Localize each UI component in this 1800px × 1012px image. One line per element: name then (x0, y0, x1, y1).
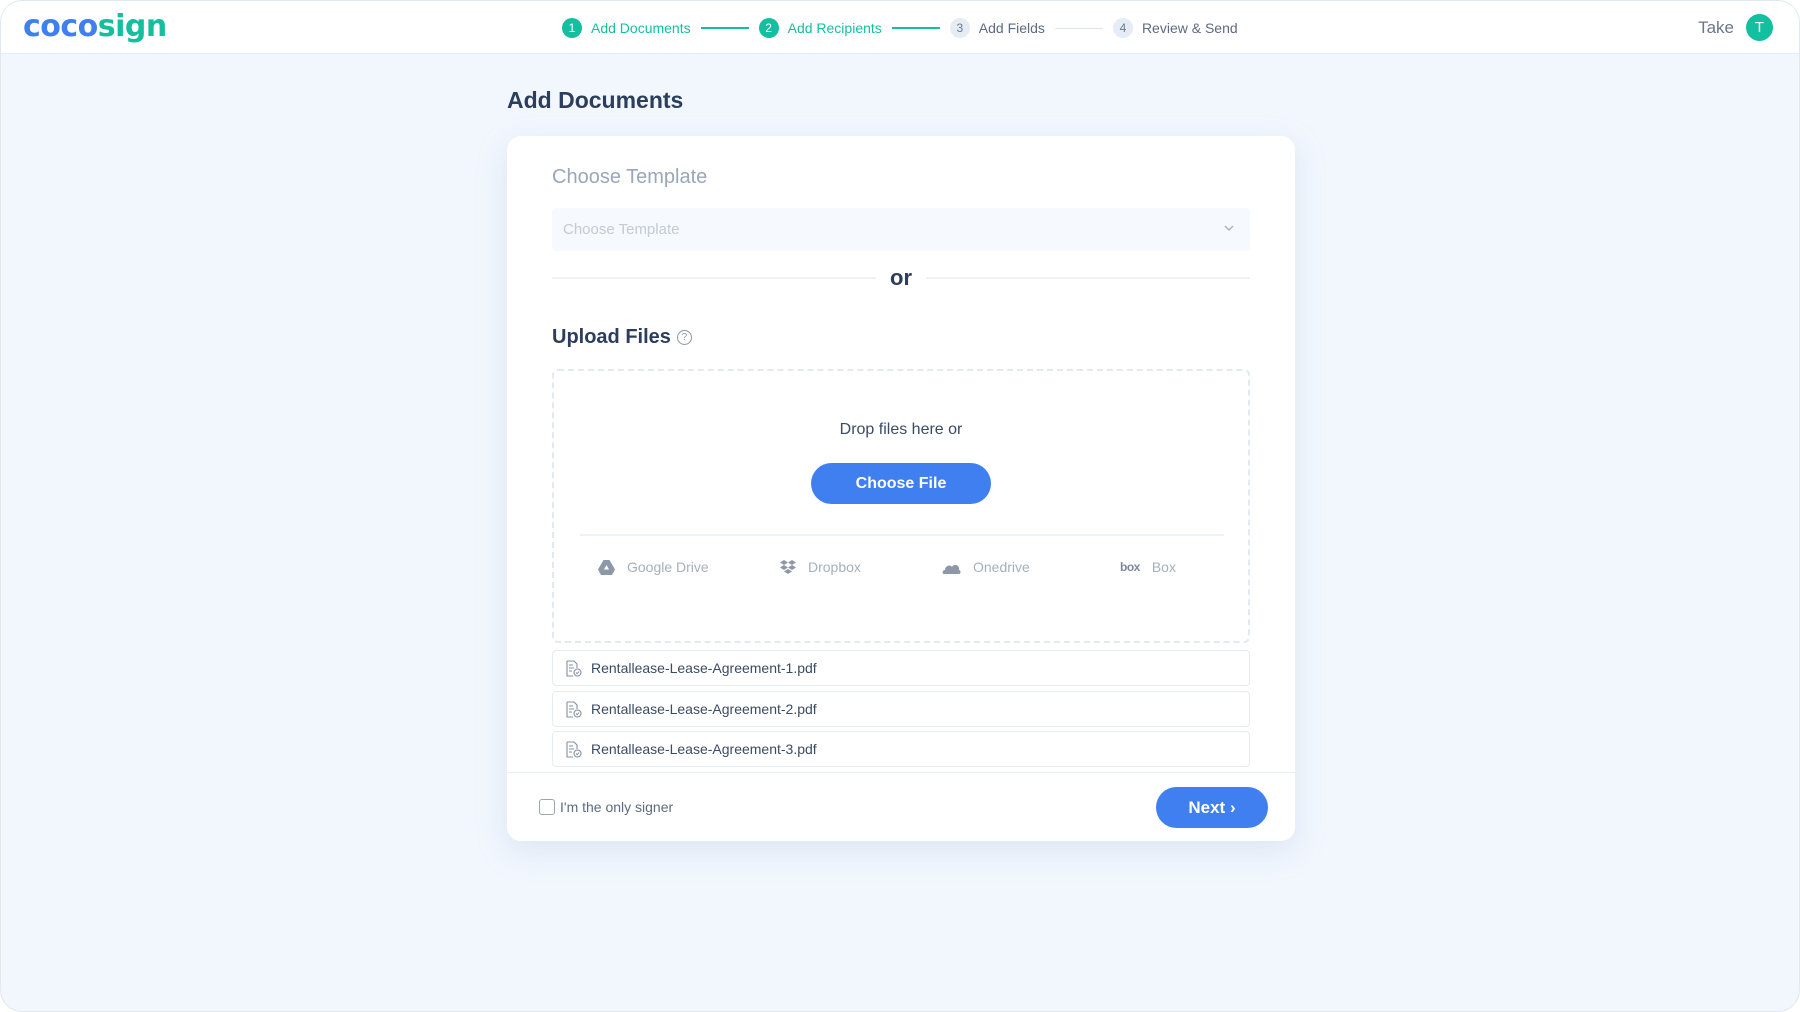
step-connector (891, 27, 940, 29)
only-signer-checkbox[interactable] (539, 799, 555, 815)
only-signer-label: I'm the only signer (560, 799, 674, 815)
pdf-document-icon (566, 659, 582, 677)
provider-label: Dropbox (808, 559, 861, 575)
dropzone-divider (580, 534, 1224, 536)
choose-file-button[interactable]: Choose File (811, 463, 991, 504)
choose-template-label: Choose Template (552, 166, 708, 188)
step-label: Add Recipients (787, 20, 882, 36)
card-footer: I'm the only signer Next › (507, 772, 1295, 841)
step-number-badge: 3 (949, 18, 970, 38)
add-documents-card: Choose Template Choose Template or Uploa… (507, 136, 1295, 841)
step-number-badge: 4 (1112, 18, 1133, 38)
step-review-send[interactable]: 4 Review & Send (1112, 18, 1238, 38)
template-select[interactable]: Choose Template (552, 208, 1250, 251)
help-icon[interactable]: ? (676, 330, 692, 345)
only-signer-toggle[interactable]: I'm the only signer (539, 799, 673, 815)
step-label: Add Fields (978, 20, 1045, 36)
cloud-providers: Google Drive Dropbox Onedrive box Box (554, 559, 1248, 583)
provider-label: Google Drive (627, 559, 709, 575)
file-name: Rentallease-Lease-Agreement-2.pdf (591, 701, 817, 717)
dropbox-icon (780, 559, 796, 574)
step-connector (700, 27, 749, 29)
step-add-recipients[interactable]: 2 Add Recipients (758, 18, 882, 38)
onedrive-button[interactable]: Onedrive (942, 559, 1030, 575)
or-text: or (890, 265, 912, 290)
or-divider: or (552, 263, 1250, 293)
file-name: Rentallease-Lease-Agreement-1.pdf (591, 660, 817, 676)
logo-part-coco: coco (23, 9, 98, 44)
drop-files-text: Drop files here or (839, 421, 963, 438)
app-window: cocosign 1 Add Documents 2 Add Recipient… (0, 0, 1800, 1012)
pdf-document-icon (566, 700, 582, 718)
divider-line (552, 277, 876, 279)
upload-files-title: Upload Files (552, 326, 671, 348)
avatar: T (1746, 14, 1773, 41)
box-button[interactable]: box Box (1120, 559, 1176, 575)
template-select-placeholder: Choose Template (563, 221, 680, 238)
file-dropzone[interactable]: Drop files here or Choose File Google Dr… (552, 369, 1250, 643)
logo-part-sign: sign (97, 9, 167, 44)
provider-label: Onedrive (973, 559, 1030, 575)
file-list-item[interactable]: Rentallease-Lease-Agreement-3.pdf (552, 731, 1250, 767)
cocosign-logo[interactable]: cocosign (23, 9, 167, 44)
user-name: Take (1698, 17, 1734, 37)
progress-stepper: 1 Add Documents 2 Add Recipients 3 Add F… (562, 16, 1238, 40)
step-number-badge: 1 (562, 18, 582, 38)
box-icon: box (1120, 560, 1140, 574)
pdf-document-icon (566, 740, 582, 758)
onedrive-icon (942, 564, 961, 574)
next-button[interactable]: Next › (1156, 787, 1268, 828)
step-label: Review & Send (1141, 20, 1238, 36)
step-add-documents[interactable]: 1 Add Documents (562, 18, 691, 38)
google-drive-button[interactable]: Google Drive (598, 559, 709, 575)
step-number-badge: 2 (758, 18, 779, 38)
step-label: Add Documents (591, 20, 691, 36)
top-bar: cocosign 1 Add Documents 2 Add Recipient… (1, 1, 1799, 54)
google-drive-icon (598, 559, 615, 575)
step-connector (1054, 27, 1103, 29)
provider-label: Box (1151, 559, 1176, 575)
dropbox-button[interactable]: Dropbox (780, 559, 861, 575)
upload-files-heading: Upload Files ? (552, 326, 692, 349)
chevron-down-icon (1224, 225, 1234, 231)
file-name: Rentallease-Lease-Agreement-3.pdf (591, 741, 817, 757)
step-add-fields[interactable]: 3 Add Fields (949, 18, 1045, 38)
user-menu[interactable]: Take T (1698, 14, 1773, 41)
file-list-item[interactable]: Rentallease-Lease-Agreement-2.pdf (552, 691, 1250, 727)
page-title: Add Documents (507, 87, 684, 113)
divider-line (926, 277, 1250, 279)
file-list-item[interactable]: Rentallease-Lease-Agreement-1.pdf (552, 650, 1250, 686)
